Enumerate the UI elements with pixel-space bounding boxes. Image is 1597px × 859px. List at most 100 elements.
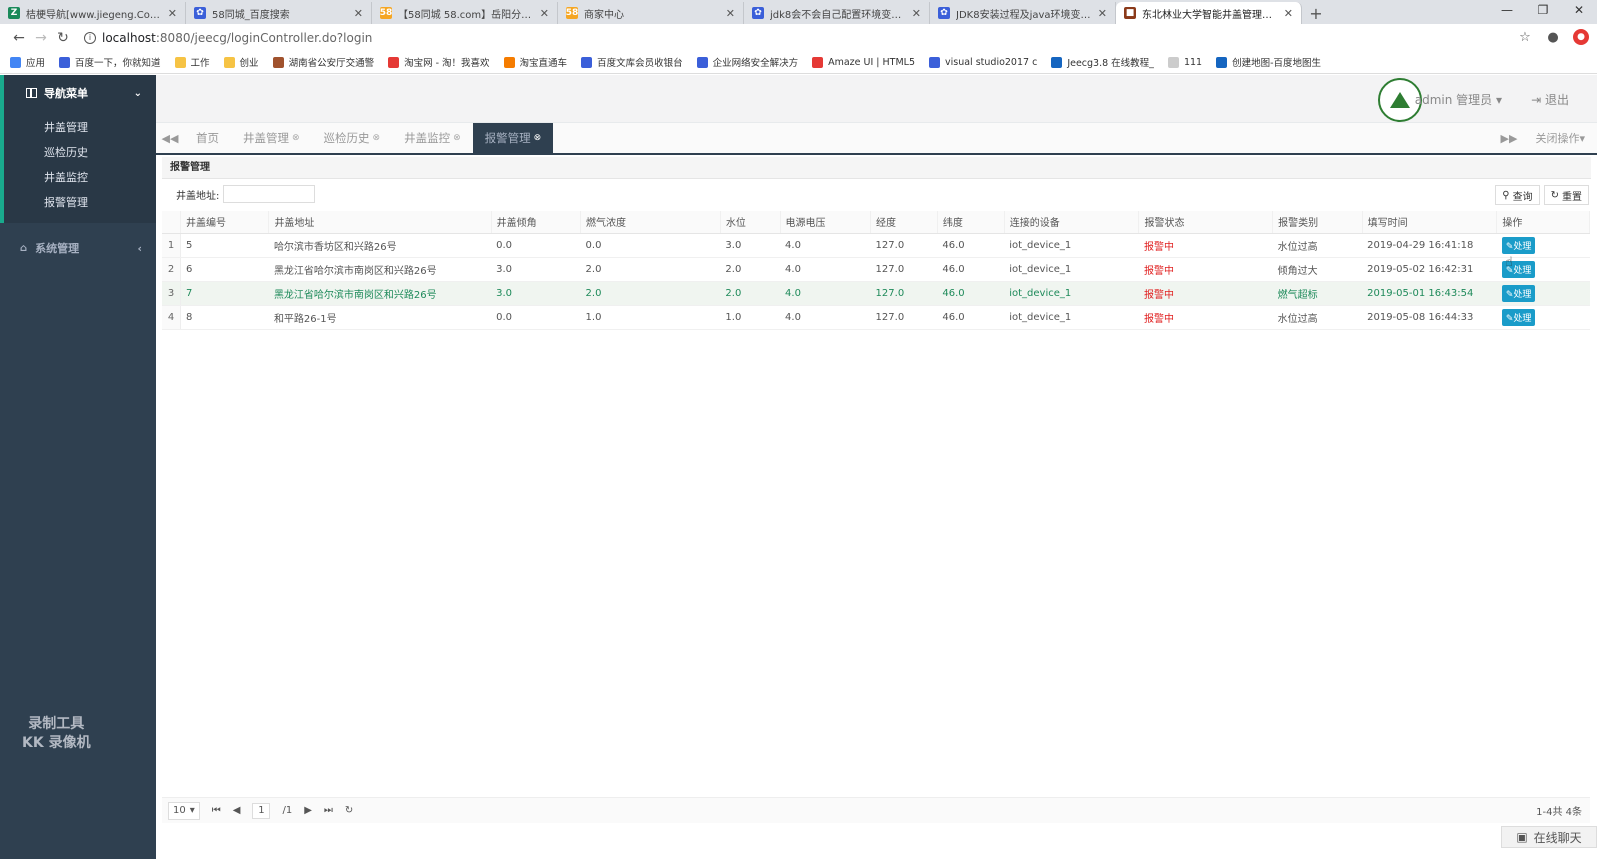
back-icon[interactable]: ← <box>8 30 30 46</box>
browser-tab[interactable]: 58 商家中心 ✕ <box>558 2 744 24</box>
tab-close-icon[interactable]: ✕ <box>726 7 735 20</box>
bookmark-item[interactable]: 淘宝网 - 淘！我喜欢 <box>388 55 490 69</box>
nav-menu-header[interactable]: 导航菜单 ⌄ <box>0 75 156 111</box>
last-page-icon[interactable]: ⏭ <box>324 805 333 816</box>
page-size-select[interactable]: 10 ▾ <box>168 801 200 820</box>
browser-tab[interactable]: Z 桔梗导航[www.jiegeng.Com]_ ✕ <box>0 2 186 24</box>
column-header[interactable]: 燃气浓度 <box>580 211 721 234</box>
tab-page[interactable]: 井盖管理 ⊗ <box>231 123 312 153</box>
tab-close-icon[interactable]: ✕ <box>912 7 921 20</box>
browser-tab[interactable]: ■ 东北林业大学智能井盖管理系统 ✕ <box>1116 2 1302 24</box>
info-icon[interactable]: i <box>84 31 96 44</box>
tab-page[interactable]: 井盖监控 ⊗ <box>392 123 473 153</box>
bookmark-label: visual studio2017 c <box>945 56 1038 68</box>
bookmark-item[interactable]: 淘宝直通车 <box>503 55 567 69</box>
tab-close-icon[interactable]: ⊗ <box>534 133 542 143</box>
handle-alarm-button[interactable]: ✎处理 <box>1501 284 1536 302</box>
column-header[interactable]: 井盖地址 <box>268 211 492 234</box>
browser-tab[interactable]: ✿ jdk8会不会自己配置环境变量_ ✕ <box>744 2 930 24</box>
column-header[interactable]: 填写时间 <box>1362 211 1498 234</box>
table-cell: 4.0 <box>780 281 871 306</box>
table-cell: 127.0 <box>870 281 938 306</box>
browser-tab[interactable]: ✿ JDK8安装过程及java环境变量配 ✕ <box>930 2 1116 24</box>
bookmark-label: 湖南省公安厅交通警 <box>288 58 375 69</box>
minimize-icon[interactable]: — <box>1489 0 1525 22</box>
table-row[interactable]: 4 8 和平路26-1号 0.0 1.0 1.0 4.0 127.0 46.0 iot_devic… <box>162 305 1590 330</box>
column-header[interactable]: 经度 <box>870 211 938 234</box>
tab-close-icon[interactable]: ✕ <box>1284 7 1293 20</box>
tab-close-icon[interactable]: ⊗ <box>373 133 381 143</box>
reload-icon[interactable]: ↻ <box>52 30 74 46</box>
column-header[interactable]: 报警类别 <box>1272 211 1363 234</box>
account-icon[interactable]: ● <box>1545 29 1561 45</box>
column-header[interactable]: 水位 <box>720 211 781 234</box>
bookmark-item[interactable]: 百度文库会员收银台 <box>581 55 683 69</box>
browser-tab[interactable]: 58 【58同城 58.com】岳阳分类信 ✕ <box>372 2 558 24</box>
bookmark-item[interactable]: Jeecg3.8 在线教程_ <box>1051 55 1154 69</box>
tab-close-icon[interactable]: ✕ <box>354 7 363 20</box>
table-row[interactable]: 1 5 哈尔滨市香坊区和兴路26号 0.0 0.0 3.0 4.0 127.0 46.0 iot_… <box>162 233 1590 258</box>
query-button[interactable]: ⚲ 查询 <box>1495 185 1540 205</box>
bookmark-item[interactable]: 企业网络安全解决方 <box>696 55 798 69</box>
reload-page-icon[interactable]: ↻ <box>345 805 353 816</box>
page-number-input[interactable]: 1 <box>252 802 271 819</box>
column-header[interactable]: 井盖编号 <box>180 211 270 234</box>
star-icon[interactable]: ☆ <box>1517 29 1533 45</box>
bookmark-item[interactable]: 应用 <box>10 55 45 69</box>
tab-close-icon[interactable]: ✕ <box>540 7 549 20</box>
browser-tab[interactable]: ✿ 58同城_百度搜索 ✕ <box>186 2 372 24</box>
extension-icon[interactable]: ● <box>1573 29 1589 45</box>
tab-close-icon[interactable]: ✕ <box>168 7 177 20</box>
column-header[interactable]: 纬度 <box>937 211 1005 234</box>
tab-page[interactable]: 巡检历史 ⊗ <box>312 123 393 153</box>
nav-menu-title: 导航菜单 <box>44 87 88 100</box>
tab-title: JDK8安装过程及java环境变量配 <box>956 9 1092 21</box>
forward-icon[interactable]: → <box>30 30 52 46</box>
handle-alarm-button[interactable]: ✎处理 <box>1501 236 1536 254</box>
user-name: admin 管理员 <box>1414 93 1493 107</box>
bookmark-item[interactable]: 工作 <box>174 55 210 69</box>
close-ops-menu[interactable]: 关闭操作▾ <box>1535 130 1585 146</box>
bookmark-item[interactable]: 111 <box>1167 56 1202 68</box>
table-cell: 5 <box>180 233 269 258</box>
tab-close-icon[interactable]: ⊗ <box>292 133 300 143</box>
next-page-icon[interactable]: ▶ <box>304 805 312 816</box>
bookmark-item[interactable]: 百度一下，你就知道 <box>59 55 161 69</box>
address-search-input[interactable] <box>223 185 316 203</box>
table-row[interactable]: 2 6 黑龙江省哈尔滨市南岗区和兴路26号 3.0 2.0 2.0 4.0 127.0 46.0… <box>162 257 1590 282</box>
tab-title: 58同城_百度搜索 <box>212 9 290 21</box>
tabs-scroll-right-icon[interactable]: ▶▶ <box>1501 132 1518 145</box>
tab-page[interactable]: 首页 <box>184 123 231 153</box>
table-row[interactable]: 3 7 黑龙江省哈尔滨市南岗区和兴路26号 3.0 2.0 2.0 4.0 127.0 46.0… <box>162 281 1590 306</box>
sidebar-item-inspection-history[interactable]: 巡检历史 <box>4 140 156 165</box>
tab-close-icon[interactable]: ⊗ <box>453 133 461 143</box>
column-header[interactable]: 连接的设备 <box>1004 211 1140 234</box>
column-header[interactable]: 报警状态 <box>1138 211 1274 234</box>
logout-button[interactable]: ⇥ 退出 <box>1531 91 1569 108</box>
column-header[interactable]: 操作 <box>1496 211 1590 234</box>
tabs-scroll-left-icon[interactable]: ◀◀ <box>156 123 184 153</box>
handle-alarm-button[interactable]: ✎处理 <box>1501 308 1536 326</box>
bookmark-item[interactable]: visual studio2017 c <box>929 56 1038 68</box>
sidebar-item-manhole-monitoring[interactable]: 井盖监控 <box>4 165 156 190</box>
bookmark-item[interactable]: 创建地图-百度地图生 <box>1216 55 1321 69</box>
bookmark-item[interactable]: Amaze UI | HTML5 <box>812 56 915 68</box>
tab-close-icon[interactable]: ✕ <box>1098 7 1107 20</box>
tab-page[interactable]: 报警管理 ⊗ <box>472 123 554 153</box>
sidebar-item-system-management[interactable]: ⌂ 系统管理 ‹ <box>0 231 156 265</box>
url-field[interactable]: i localhost:8080/jeecg/loginController.d… <box>84 31 372 45</box>
column-header[interactable]: 电源电压 <box>780 211 872 234</box>
bookmark-item[interactable]: 创业 <box>223 55 259 69</box>
new-tab-button[interactable]: + <box>1302 2 1330 24</box>
online-chat-button[interactable]: ▣ 在线聊天 <box>1501 826 1597 848</box>
user-menu[interactable]: admin 管理员 ▾ <box>1415 91 1502 108</box>
reset-button[interactable]: ↻ 重置 <box>1543 185 1589 205</box>
column-header[interactable]: 井盖倾角 <box>491 211 582 234</box>
first-page-icon[interactable]: ⏮ <box>212 805 221 816</box>
bookmark-item[interactable]: 湖南省公安厅交通警 <box>272 55 375 69</box>
sidebar-item-alarm-management[interactable]: 报警管理 <box>4 190 156 215</box>
restore-icon[interactable]: ❐ <box>1525 0 1561 22</box>
sidebar-item-manhole-management[interactable]: 井盖管理 <box>4 115 156 140</box>
prev-page-icon[interactable]: ◀ <box>233 805 241 816</box>
close-window-icon[interactable]: ✕ <box>1561 0 1597 22</box>
